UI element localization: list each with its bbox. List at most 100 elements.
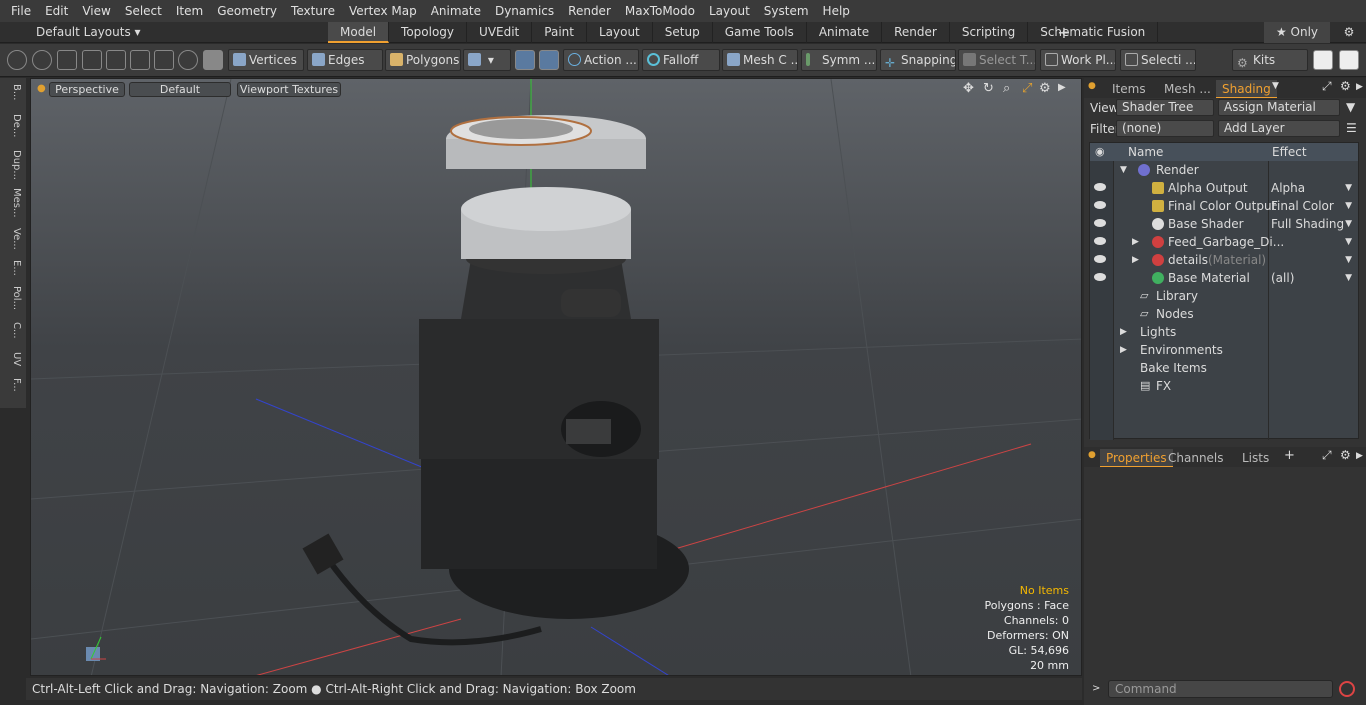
viewport-textures-button[interactable]: Viewport Textures xyxy=(237,82,341,97)
tree-row-render[interactable]: ▼ Render xyxy=(1090,161,1358,179)
tree-row-fx[interactable]: ▤ FX xyxy=(1090,377,1358,395)
menu-edit[interactable]: Edit xyxy=(38,0,75,22)
visibility-eye-icon[interactable] xyxy=(1094,237,1106,245)
menu-file[interactable]: File xyxy=(4,0,38,22)
assign-material-button[interactable]: Assign Material xyxy=(1218,99,1340,116)
tab-lists[interactable]: Lists xyxy=(1236,449,1275,467)
kits-button[interactable]: ⚙ Kits xyxy=(1232,49,1308,71)
expand-icon[interactable]: ▶ xyxy=(1120,341,1127,359)
menu-view[interactable]: View xyxy=(75,0,117,22)
panel-menu-icon[interactable]: ● xyxy=(1088,81,1096,91)
default-style-button[interactable]: Default xyxy=(129,82,231,97)
tab-mesh[interactable]: Mesh ... xyxy=(1158,80,1217,98)
col-name[interactable]: Name xyxy=(1128,145,1163,159)
gear-icon[interactable]: ⚙ xyxy=(1340,22,1358,43)
work-plane-button[interactable]: Work Pl... xyxy=(1040,49,1116,71)
menu-geometry[interactable]: Geometry xyxy=(210,0,284,22)
selection-sets-button[interactable]: Selecti ... xyxy=(1120,49,1196,71)
tab-animate[interactable]: Animate xyxy=(807,22,883,43)
tree-row-nodes[interactable]: ▱ Nodes xyxy=(1090,305,1358,323)
pivot-icon[interactable] xyxy=(539,50,559,70)
align-icon[interactable] xyxy=(106,50,126,70)
panel-expand-icon[interactable]: ⤢ xyxy=(1322,448,1332,463)
strip-tab-duplicate[interactable]: Dup... xyxy=(4,150,22,180)
panel-menu-icon[interactable]: ● xyxy=(1088,450,1096,460)
panel-arrow-icon[interactable]: ▶ xyxy=(1356,451,1363,461)
item-mode-button[interactable]: ▾ xyxy=(463,49,511,71)
effect-dropdown-icon[interactable]: ▼ xyxy=(1345,215,1352,233)
cube-icon[interactable] xyxy=(203,50,223,70)
effect-dropdown-icon[interactable]: ▼ xyxy=(1345,233,1352,251)
3d-viewport[interactable]: ● Perspective Default Viewport Textures … xyxy=(30,78,1082,676)
tab-paint[interactable]: Paint xyxy=(532,22,587,43)
tab-schematic-fusion[interactable]: Schematic Fusion xyxy=(1028,22,1159,43)
panel-expand-icon[interactable]: ⤢ xyxy=(1322,79,1332,94)
add-tab-icon[interactable]: + xyxy=(1284,448,1295,463)
strip-tab-basic[interactable]: B... xyxy=(4,84,22,100)
tab-dropdown-icon[interactable]: ▼ xyxy=(1272,81,1279,91)
unreal-icon[interactable] xyxy=(1339,50,1359,70)
add-layer-select[interactable]: Add Layer xyxy=(1218,120,1340,137)
strip-tab-uv[interactable]: UV xyxy=(4,352,22,366)
action-center-button[interactable]: Action ... xyxy=(563,49,639,71)
vertices-button[interactable]: Vertices xyxy=(228,49,304,71)
tree-row-base-shader[interactable]: Base Shader Full Shading ▼ xyxy=(1090,215,1358,233)
col-effect[interactable]: Effect xyxy=(1272,145,1307,159)
expand-icon[interactable]: ▶ xyxy=(1132,251,1139,269)
command-input[interactable]: Command xyxy=(1108,680,1333,698)
collapse-icon[interactable]: ▼ xyxy=(1120,161,1127,179)
tree-row-feed-garbage[interactable]: ▶ Feed_Garbage_Di... ▼ xyxy=(1090,233,1358,251)
tree-row-environments[interactable]: ▶ Environments xyxy=(1090,341,1358,359)
globe-icon[interactable] xyxy=(32,50,52,70)
only-button[interactable]: ★ Only xyxy=(1264,22,1330,43)
layout-selector[interactable]: Default Layouts ▾ xyxy=(36,22,141,43)
filter-funnel-icon[interactable]: ▼ xyxy=(1346,100,1355,114)
mesh-constraint-button[interactable]: Mesh C ... xyxy=(722,49,798,71)
falloff-button[interactable]: Falloff xyxy=(642,49,720,71)
expand-icon[interactable]: ▶ xyxy=(1120,323,1127,341)
tab-scripting[interactable]: Scripting xyxy=(950,22,1029,43)
rotate-view-icon[interactable]: ↻ xyxy=(983,81,994,96)
layer-options-icon[interactable]: ☰ xyxy=(1346,121,1357,135)
visibility-eye-icon[interactable] xyxy=(1094,219,1106,227)
tab-layout[interactable]: Layout xyxy=(587,22,653,43)
tab-shading[interactable]: Shading xyxy=(1216,80,1277,98)
tab-game-tools[interactable]: Game Tools xyxy=(713,22,807,43)
unity-icon[interactable] xyxy=(1313,50,1333,70)
tab-channels[interactable]: Channels xyxy=(1162,449,1230,467)
tree-row-lights[interactable]: ▶ Lights xyxy=(1090,323,1358,341)
symmetry-button[interactable]: Symm ... xyxy=(801,49,877,71)
menu-system[interactable]: System xyxy=(757,0,816,22)
pen-icon[interactable] xyxy=(57,50,77,70)
menu-dynamics[interactable]: Dynamics xyxy=(488,0,561,22)
tab-setup[interactable]: Setup xyxy=(653,22,713,43)
visibility-eye-icon[interactable] xyxy=(1094,255,1106,263)
tree-row-bake-items[interactable]: Bake Items xyxy=(1090,359,1358,377)
menu-animate[interactable]: Animate xyxy=(424,0,488,22)
strip-tab-mesh-edit[interactable]: Mes... xyxy=(4,188,22,218)
strip-tab-fusion[interactable]: F... xyxy=(4,378,22,392)
move-view-icon[interactable]: ✥ xyxy=(963,81,974,96)
record-icon[interactable] xyxy=(1339,681,1355,697)
panel-arrow-icon[interactable]: ▶ xyxy=(1356,82,1363,92)
panel-gear-icon[interactable]: ⚙ xyxy=(1340,79,1351,93)
edges-button[interactable]: Edges xyxy=(307,49,383,71)
menu-texture[interactable]: Texture xyxy=(284,0,342,22)
menu-layout[interactable]: Layout xyxy=(702,0,757,22)
tree-row-library[interactable]: ▱ Library xyxy=(1090,287,1358,305)
filter-select[interactable]: (none) xyxy=(1116,120,1214,137)
material-icon[interactable] xyxy=(515,50,535,70)
panel-gear-icon[interactable]: ⚙ xyxy=(1340,448,1351,462)
frame-icon[interactable] xyxy=(154,50,174,70)
strip-tab-vertex[interactable]: Ve... xyxy=(4,228,22,250)
strip-tab-deform[interactable]: De... xyxy=(4,114,22,137)
center-icon[interactable] xyxy=(130,50,150,70)
menu-vertex-map[interactable]: Vertex Map xyxy=(342,0,424,22)
fit-view-icon[interactable]: ⤢ xyxy=(1022,81,1032,96)
viewport-menu-icon[interactable]: ● xyxy=(37,83,46,94)
circle-select-icon[interactable] xyxy=(7,50,27,70)
effect-dropdown-icon[interactable]: ▼ xyxy=(1345,197,1352,215)
tab-items[interactable]: Items xyxy=(1106,80,1152,98)
viewport-gear-icon[interactable]: ⚙ xyxy=(1039,81,1051,96)
tree-row-base-material[interactable]: Base Material (all) ▼ xyxy=(1090,269,1358,287)
